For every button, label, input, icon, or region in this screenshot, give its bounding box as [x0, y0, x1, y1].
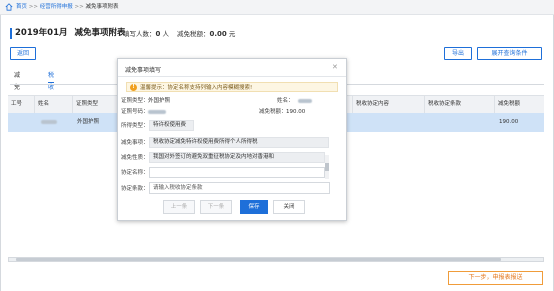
expand-query-button[interactable]: 展开查询条件 — [477, 47, 542, 60]
id-number-label: 证照号码： — [121, 109, 149, 115]
tax-unit: 元 — [228, 30, 236, 38]
close-button[interactable]: 关闭 — [273, 200, 305, 214]
filled-unit: 人 — [162, 30, 169, 38]
tax-value: 0.00 — [209, 30, 227, 38]
income-type-field: 特许权使用费 — [149, 120, 194, 131]
cell-name — [38, 113, 57, 132]
period: 2019年01月 — [15, 28, 68, 38]
id-number-value — [148, 108, 166, 116]
agreement-label: 协定名称： — [121, 170, 149, 176]
column-header: 工号 — [11, 101, 23, 107]
modal-tax-label: 减免税额： — [259, 109, 287, 115]
breadcrumb: 首页 >> 经营所得申报 >> 减免事项附表 — [16, 3, 118, 11]
save-button[interactable]: 保存 — [240, 200, 268, 214]
column-header: 税收协定条款 — [424, 96, 494, 113]
clause-input[interactable]: 请输入税收协定条款 — [149, 182, 330, 194]
title-accent-bar — [10, 28, 12, 39]
tax-label: 减免税额： — [177, 30, 210, 38]
agreement-select[interactable] — [149, 167, 325, 178]
id-type-label: 证照类型： — [121, 98, 149, 104]
breadcrumb-item[interactable]: 经营所得申报 — [40, 4, 73, 10]
name-value — [298, 97, 312, 105]
next-submit-button[interactable]: 下一步，申报表报送 — [448, 271, 543, 285]
nature-label: 减免性质： — [121, 155, 149, 161]
column-header: 减免税额 — [494, 96, 544, 113]
breadcrumb-separator: >> — [28, 4, 38, 10]
warning-icon: ! — [130, 84, 137, 91]
item-label: 减免事项： — [121, 140, 149, 146]
cell-id-type: 外国护照 — [77, 119, 100, 125]
scrollbar-thumb[interactable] — [325, 163, 329, 171]
title-text: 减免事项附表 — [74, 28, 126, 38]
filled-label: 填写人数： — [123, 30, 156, 38]
home-icon[interactable] — [5, 3, 13, 11]
modal-tax-value: 190.00 — [286, 109, 306, 115]
income-type-label: 所得类型： — [121, 123, 149, 129]
modal-divider — [118, 76, 346, 77]
breadcrumb-separator: >> — [74, 4, 84, 10]
nature-field: 我国对外签订的避免双重征税协定及内地对香港和 — [149, 152, 325, 163]
tab-tax-treaty[interactable]: 税收协定 — [48, 70, 55, 115]
filled-count: 0 — [155, 30, 161, 38]
page-title: 2019年01月 减免事项附表 — [15, 28, 125, 39]
filled-count-stat: 填写人数：0 人 — [123, 30, 169, 38]
top-bar: 首页 >> 经营所得申报 >> 减免事项附表 — [0, 0, 554, 15]
column-header: 姓名 — [34, 96, 72, 113]
tax-stat: 减免税额：0.00 元 — [177, 30, 235, 38]
next-button[interactable]: 下一条 — [200, 200, 232, 214]
scrollbar-thumb[interactable] — [16, 258, 501, 261]
back-button[interactable]: 返回 — [10, 47, 36, 60]
close-icon[interactable]: ✕ — [332, 64, 338, 71]
cell-amount: 190.00 — [499, 119, 519, 125]
item-field: 税收协定减免特许权使用费所得个人所得税 — [149, 137, 329, 148]
breadcrumb-home[interactable]: 首页 — [16, 4, 27, 10]
clause-label: 协定条款： — [121, 186, 149, 192]
breadcrumb-current: 减免事项附表 — [85, 4, 119, 10]
warning-banner: ! 温馨提示：协定名称支持列输入内容模糊搜索! — [126, 82, 338, 92]
reduction-modal: 减免事项填写 ✕ ! 温馨提示：协定名称支持列输入内容模糊搜索! 证照类型： 外… — [117, 58, 347, 221]
column-header: 税收协定内容 — [352, 96, 424, 113]
warning-text: 温馨提示：协定名称支持列输入内容模糊搜索! — [140, 85, 253, 91]
id-type-value: 外国护照 — [148, 98, 171, 104]
export-button[interactable]: 导出 — [444, 47, 472, 60]
prev-button[interactable]: 上一条 — [163, 200, 195, 214]
tab-tax-reduction[interactable]: 减免税额 — [14, 70, 20, 115]
modal-title: 减免事项填写 — [125, 67, 162, 74]
name-label: 姓名： — [277, 98, 294, 104]
